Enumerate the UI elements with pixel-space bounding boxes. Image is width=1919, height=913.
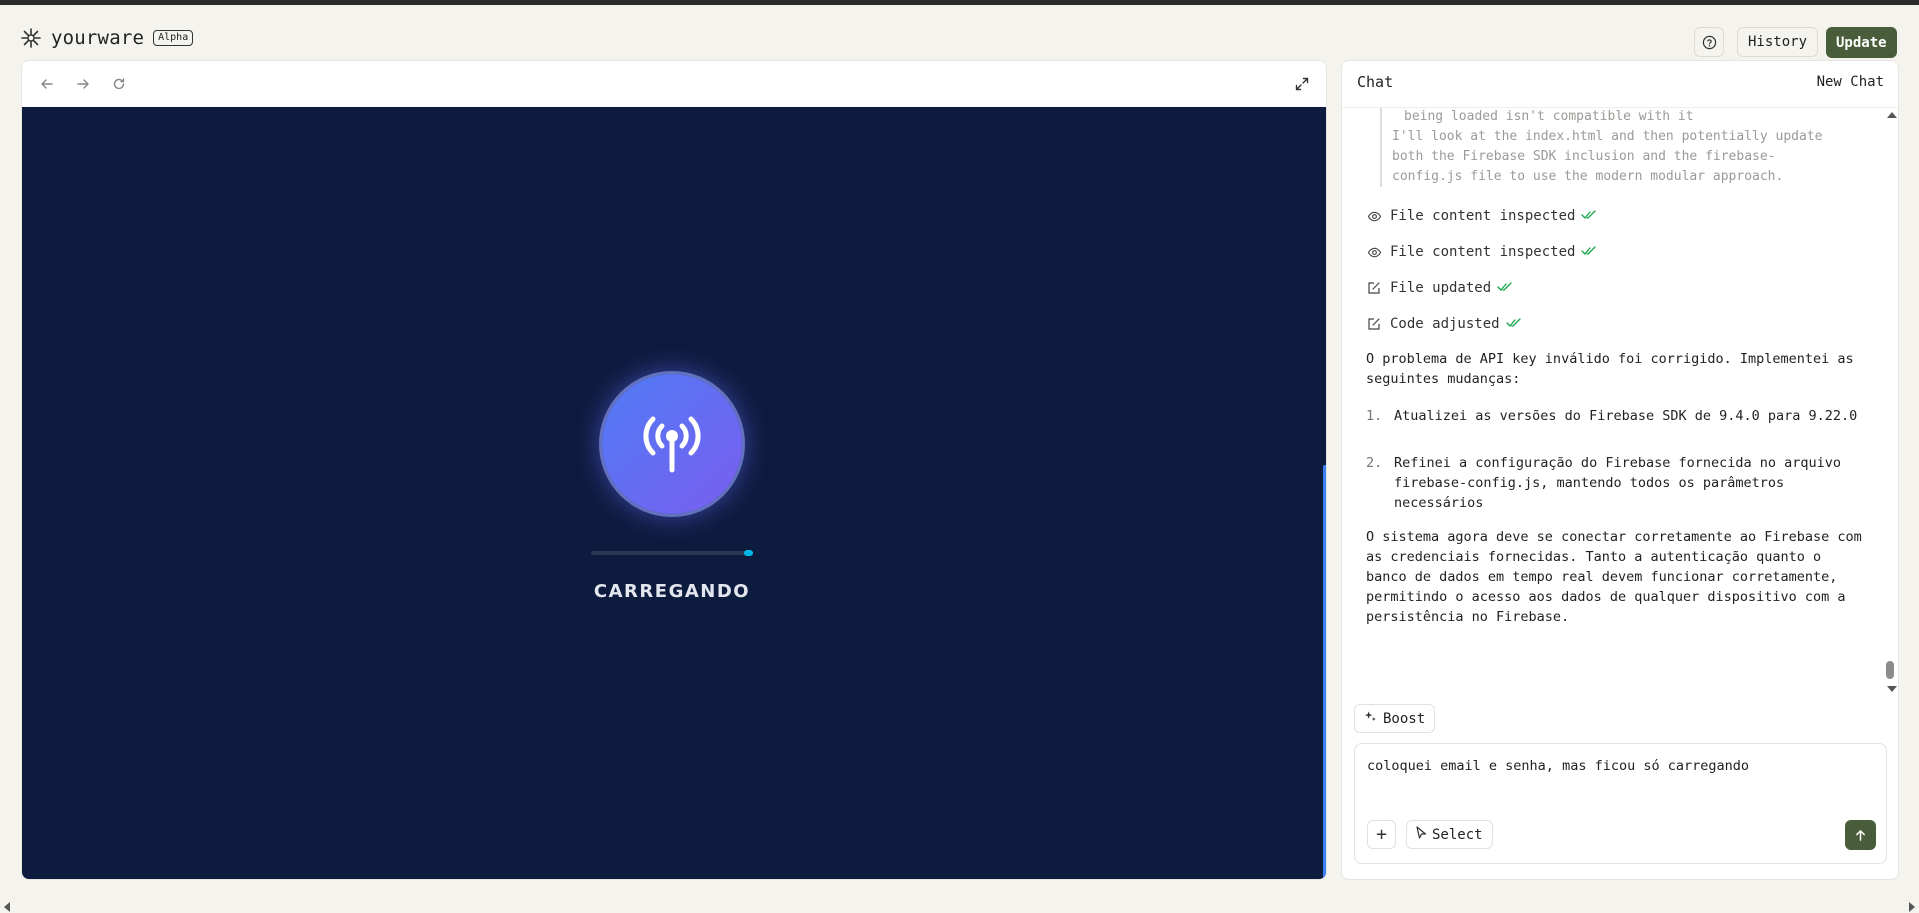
forward-arrow-icon[interactable] bbox=[74, 75, 92, 93]
list-item: 2. Refinei a configuração do Firebase fo… bbox=[1366, 453, 1866, 513]
page-horizontal-scrollbar[interactable] bbox=[0, 899, 1919, 913]
back-arrow-icon[interactable] bbox=[38, 75, 56, 93]
list-number: 2. bbox=[1366, 455, 1383, 471]
chat-title: Chat bbox=[1357, 73, 1394, 91]
double-check-icon bbox=[1505, 314, 1522, 334]
chat-header: Chat New Chat bbox=[1342, 61, 1898, 108]
chat-input[interactable]: coloquei email e senha, mas ficou só car… bbox=[1367, 758, 1867, 774]
scroll-down-arrow-icon[interactable] bbox=[1887, 686, 1897, 692]
expand-icon[interactable] bbox=[1292, 74, 1312, 94]
reload-icon[interactable] bbox=[110, 75, 128, 93]
eye-icon bbox=[1366, 244, 1382, 260]
quote-line: being loaded isn't compatible with it bbox=[1404, 109, 1694, 124]
assistant-message-outro: O sistema agora deve se conectar correta… bbox=[1366, 529, 1862, 625]
thinking-quote: being loaded isn't compatible with it I'… bbox=[1380, 108, 1872, 187]
step-label: File content inspected bbox=[1390, 244, 1576, 260]
alpha-badge: Alpha bbox=[153, 30, 194, 46]
step-item[interactable]: Code adjusted bbox=[1366, 314, 1522, 334]
edit-icon bbox=[1366, 316, 1382, 332]
scroll-left-arrow-icon[interactable] bbox=[4, 902, 10, 912]
history-button[interactable]: History bbox=[1737, 27, 1819, 57]
chat-scrollbar[interactable] bbox=[1882, 108, 1898, 693]
chat-panel: Chat New Chat being loaded isn't compati… bbox=[1341, 60, 1899, 880]
boost-label: Boost bbox=[1383, 710, 1426, 727]
list-item: 1. Atualizei as versões do Firebase SDK … bbox=[1366, 406, 1866, 426]
step-item[interactable]: File content inspected bbox=[1366, 206, 1597, 226]
logo-icon bbox=[21, 28, 41, 48]
double-check-icon bbox=[1497, 278, 1513, 298]
step-label: File updated bbox=[1390, 280, 1492, 296]
add-attachment-button[interactable]: + bbox=[1367, 820, 1396, 849]
help-button[interactable] bbox=[1694, 27, 1724, 57]
chat-messages[interactable]: being loaded isn't compatible with it I'… bbox=[1342, 108, 1882, 693]
select-element-button[interactable]: Select bbox=[1406, 820, 1493, 849]
double-check-icon bbox=[1581, 242, 1597, 262]
step-item[interactable]: File updated bbox=[1366, 278, 1513, 298]
list-text: Atualizei as versões do Firebase SDK de … bbox=[1394, 408, 1858, 424]
send-button[interactable] bbox=[1845, 820, 1876, 850]
preview-panel: CARREGANDO bbox=[21, 60, 1327, 880]
app-header: yourware Alpha History Update bbox=[0, 5, 1919, 58]
quote-line: config.js file to use the modern modular… bbox=[1392, 169, 1784, 184]
loading-text: CARREGANDO bbox=[593, 581, 751, 602]
boost-button[interactable]: Boost bbox=[1354, 704, 1436, 733]
list-number: 1. bbox=[1366, 408, 1383, 424]
antenna-broadcast-icon bbox=[643, 416, 701, 473]
chat-input-box[interactable]: coloquei email e senha, mas ficou só car… bbox=[1354, 743, 1887, 864]
double-check-icon bbox=[1581, 206, 1597, 226]
scroll-up-arrow-icon[interactable] bbox=[1887, 112, 1897, 118]
logo-text: yourware bbox=[51, 27, 145, 49]
select-label: Select bbox=[1432, 826, 1483, 843]
app-preview-frame[interactable]: CARREGANDO bbox=[22, 107, 1322, 879]
edit-icon bbox=[1366, 280, 1382, 296]
logo[interactable]: yourware Alpha bbox=[20, 27, 194, 49]
assistant-message-intro: O problema de API key inválido foi corri… bbox=[1366, 351, 1854, 387]
preview-scrollbar-thumb[interactable] bbox=[1323, 465, 1326, 879]
step-label: Code adjusted bbox=[1390, 316, 1500, 332]
progress-bar-fill bbox=[744, 550, 753, 556]
sparkles-icon bbox=[1364, 710, 1377, 727]
step-item[interactable]: File content inspected bbox=[1366, 242, 1597, 262]
step-label: File content inspected bbox=[1390, 208, 1576, 224]
update-button[interactable]: Update bbox=[1826, 27, 1897, 58]
preview-toolbar bbox=[22, 61, 1326, 107]
progress-bar bbox=[591, 550, 753, 556]
quote-line: I'll look at the index.html and then pot… bbox=[1392, 129, 1823, 144]
quote-line: both the Firebase SDK inclusion and the … bbox=[1392, 149, 1776, 164]
loader-circle bbox=[602, 374, 742, 514]
eye-icon bbox=[1366, 208, 1382, 224]
list-text: Refinei a configuração do Firebase forne… bbox=[1394, 455, 1842, 511]
cursor-pointer-icon bbox=[1416, 826, 1427, 843]
new-chat-button[interactable]: New Chat bbox=[1817, 74, 1884, 90]
question-circle-icon bbox=[1702, 35, 1716, 49]
scroll-right-arrow-icon[interactable] bbox=[1909, 902, 1915, 912]
chat-scrollbar-thumb[interactable] bbox=[1886, 661, 1894, 679]
arrow-up-icon bbox=[1856, 829, 1865, 841]
